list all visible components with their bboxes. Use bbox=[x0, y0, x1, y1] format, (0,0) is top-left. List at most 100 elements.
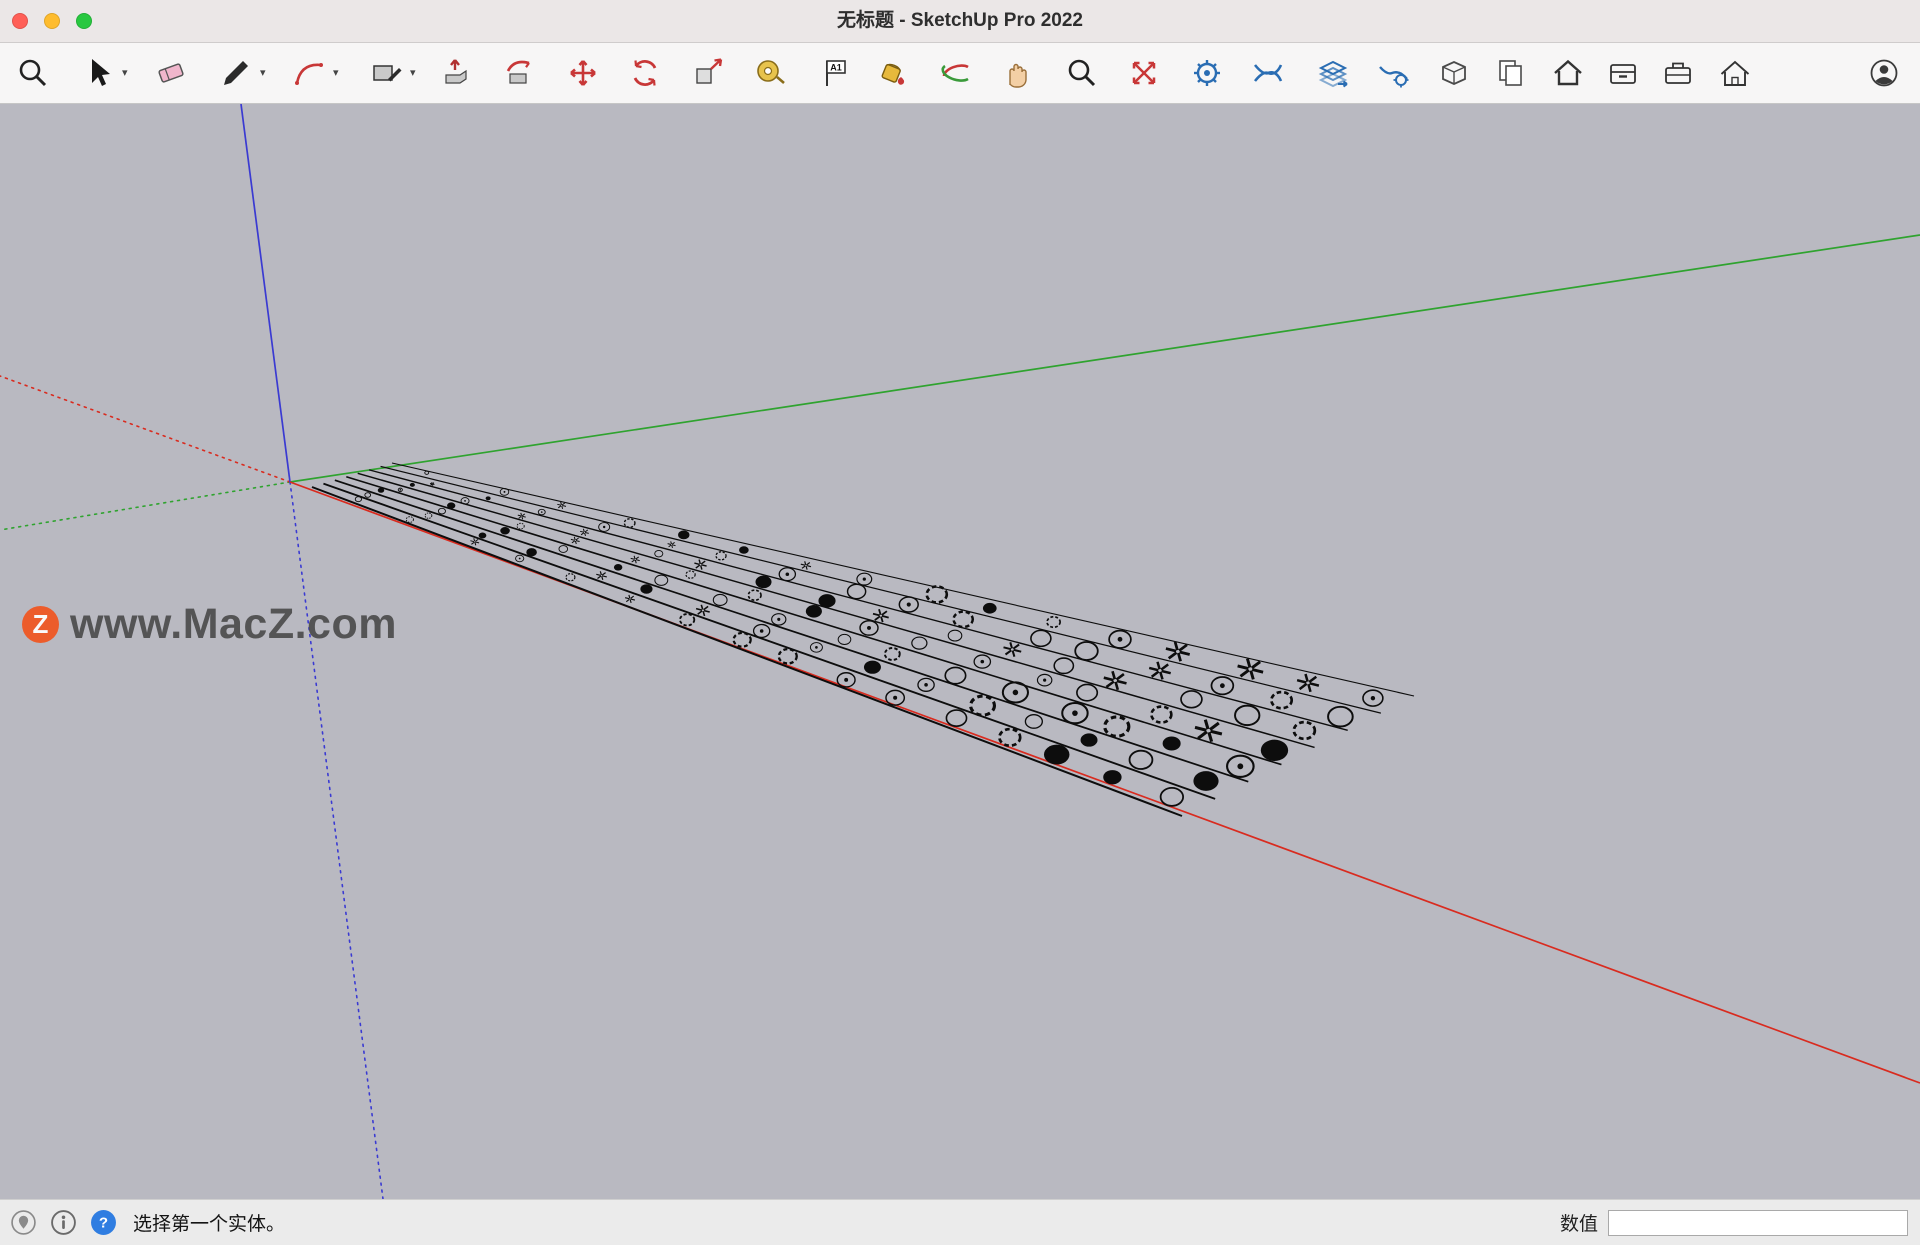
shapes-tool[interactable] bbox=[367, 54, 405, 92]
tree-symbol bbox=[1195, 720, 1222, 742]
tree-symbol bbox=[873, 609, 889, 622]
measurement-label: 数值 bbox=[1560, 1209, 1598, 1236]
status-message: 选择第一个实体。 bbox=[133, 1209, 285, 1236]
home-outline-tool[interactable] bbox=[1716, 54, 1754, 92]
tree-symbol bbox=[518, 513, 526, 519]
zoom-button[interactable] bbox=[76, 13, 92, 29]
drawer-tool[interactable] bbox=[1604, 54, 1642, 92]
search-tool[interactable] bbox=[14, 54, 52, 92]
tree-symbol bbox=[1227, 756, 1254, 777]
ext-waves-tool[interactable] bbox=[1249, 54, 1287, 92]
ext-gear-waves-tool[interactable] bbox=[1375, 54, 1413, 92]
tree-symbol bbox=[810, 643, 822, 653]
tree-symbol bbox=[945, 667, 965, 683]
tree-symbol bbox=[686, 571, 695, 578]
geolocation-icon bbox=[10, 1209, 37, 1236]
tree-symbol bbox=[1104, 671, 1127, 690]
shapes-dropdown-caret[interactable]: ▾ bbox=[410, 65, 416, 81]
zoom-extents-tool[interactable] bbox=[1125, 54, 1163, 92]
tree-symbol bbox=[406, 517, 413, 523]
svg-text:A1: A1 bbox=[830, 63, 842, 73]
zoom-extents-icon bbox=[1126, 55, 1162, 91]
ext-gear-sync-tool[interactable] bbox=[1188, 54, 1226, 92]
account-tool[interactable] bbox=[1865, 54, 1903, 92]
orbit-tool[interactable] bbox=[937, 54, 975, 92]
tree-row-line bbox=[346, 477, 1281, 765]
help-button[interactable]: ? bbox=[90, 1209, 117, 1236]
tree-symbol bbox=[1130, 751, 1153, 769]
tree-symbol bbox=[779, 649, 797, 663]
tree-symbol bbox=[410, 483, 415, 487]
paint-bucket-tool[interactable] bbox=[874, 54, 912, 92]
tree-symbol bbox=[1149, 662, 1171, 680]
blue-axis bbox=[241, 104, 290, 482]
pan-tool[interactable] bbox=[997, 54, 1035, 92]
zoom-tool-tool[interactable] bbox=[1063, 54, 1101, 92]
scale-icon bbox=[690, 55, 726, 91]
tree-symbol bbox=[1004, 642, 1022, 656]
tree-symbol bbox=[624, 519, 635, 528]
minimize-button[interactable] bbox=[44, 13, 60, 29]
tree-symbol bbox=[425, 513, 432, 518]
select-tool[interactable] bbox=[79, 54, 117, 92]
toolbox-tool[interactable] bbox=[1659, 54, 1697, 92]
rotate-tool[interactable] bbox=[626, 54, 664, 92]
select-dropdown-caret[interactable]: ▾ bbox=[122, 65, 128, 81]
component-box-tool[interactable] bbox=[1435, 54, 1473, 92]
arc-dropdown-caret[interactable]: ▾ bbox=[333, 65, 339, 81]
account-icon bbox=[1866, 55, 1902, 91]
tree-symbol bbox=[838, 634, 851, 644]
tape-measure-tool[interactable] bbox=[752, 54, 790, 92]
tree-row-line bbox=[323, 484, 1215, 799]
tree-symbol bbox=[355, 497, 361, 502]
tree-symbol bbox=[1238, 659, 1264, 680]
measurement-input[interactable] bbox=[1608, 1210, 1908, 1236]
scale-tool[interactable] bbox=[689, 54, 727, 92]
copy-document-tool[interactable] bbox=[1492, 54, 1530, 92]
tree-symbol bbox=[500, 488, 509, 495]
blue-axis-negative bbox=[290, 482, 383, 1199]
ext-layers-tool[interactable] bbox=[1314, 54, 1352, 92]
follow-me-tool[interactable] bbox=[501, 54, 539, 92]
home-filled-tool[interactable] bbox=[1549, 54, 1587, 92]
model-info-button[interactable] bbox=[50, 1209, 77, 1236]
model-info-icon bbox=[50, 1209, 77, 1236]
close-button[interactable] bbox=[12, 13, 28, 29]
tree-symbol bbox=[1103, 770, 1121, 784]
eraser-tool[interactable] bbox=[152, 54, 190, 92]
line-dropdown-caret[interactable]: ▾ bbox=[260, 65, 266, 81]
viewport-canvas[interactable]: Z www.MacZ.com bbox=[0, 104, 1920, 1199]
tree-symbol bbox=[1109, 631, 1131, 648]
toolbox-icon bbox=[1660, 55, 1696, 91]
move-icon bbox=[565, 55, 601, 91]
tree-symbol bbox=[1166, 642, 1190, 661]
tree-symbol bbox=[438, 508, 445, 514]
ext-layers-icon bbox=[1315, 55, 1351, 91]
tree-symbol bbox=[696, 605, 710, 616]
push-pull-tool[interactable] bbox=[436, 54, 474, 92]
move-tool[interactable] bbox=[564, 54, 602, 92]
push-pull-icon bbox=[437, 55, 473, 91]
tree-symbol bbox=[668, 541, 676, 548]
arc-tool[interactable] bbox=[290, 54, 328, 92]
tree-symbol bbox=[655, 575, 668, 585]
orbit-icon bbox=[938, 55, 974, 91]
tree-symbol bbox=[365, 493, 371, 498]
tree-symbol-grid[interactable] bbox=[312, 463, 1414, 816]
model-scene[interactable] bbox=[0, 104, 1920, 1199]
tree-symbol bbox=[614, 564, 622, 571]
line-tool[interactable] bbox=[217, 54, 255, 92]
home-outline-icon bbox=[1717, 55, 1753, 91]
tree-symbol bbox=[748, 590, 761, 600]
dimension-text-tool[interactable]: A1 bbox=[816, 54, 854, 92]
tree-symbol bbox=[1161, 788, 1183, 806]
tree-symbol bbox=[806, 605, 822, 618]
tree-symbol bbox=[946, 710, 966, 726]
tree-symbol bbox=[596, 571, 607, 580]
tree-symbol bbox=[1211, 677, 1233, 694]
tree-symbol bbox=[1261, 740, 1288, 761]
tree-symbol bbox=[1294, 722, 1315, 739]
geolocation-button[interactable] bbox=[10, 1209, 37, 1236]
component-box-icon bbox=[1436, 55, 1472, 91]
tree-symbol bbox=[500, 527, 510, 534]
